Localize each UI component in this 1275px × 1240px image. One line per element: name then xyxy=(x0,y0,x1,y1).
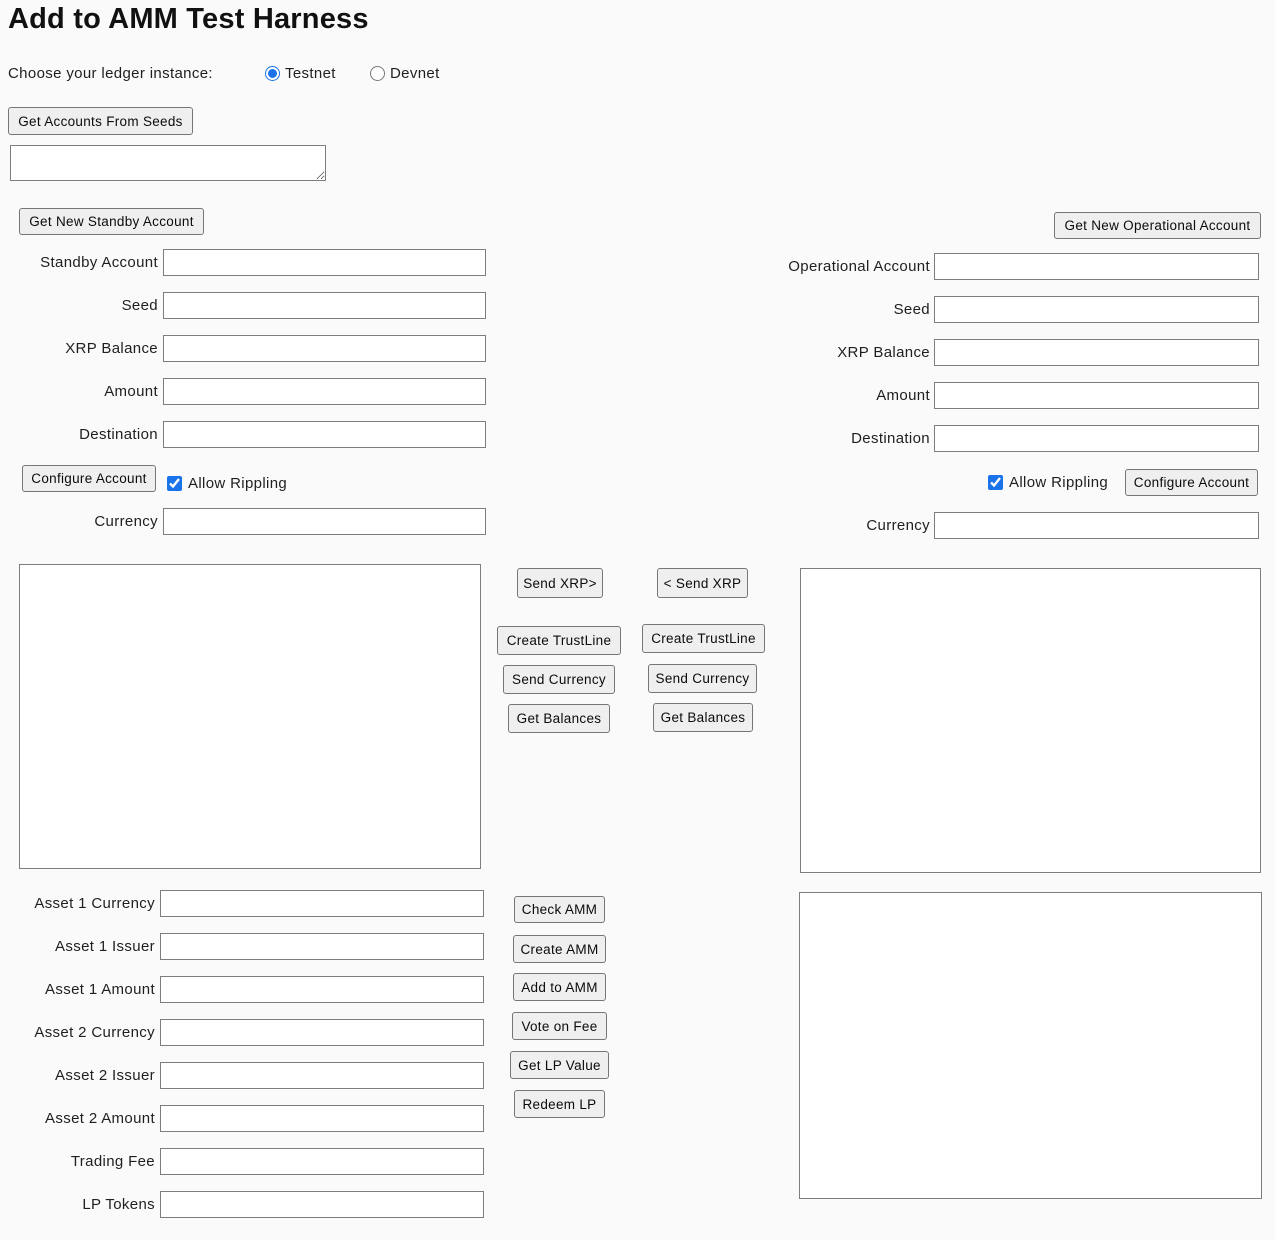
asset2-currency-input[interactable] xyxy=(160,1019,484,1046)
operational-destination-label: Destination xyxy=(851,425,930,452)
trading-fee-label: Trading Fee xyxy=(71,1148,155,1175)
asset2-issuer-label: Asset 2 Issuer xyxy=(55,1062,155,1089)
asset1-currency-label: Asset 1 Currency xyxy=(34,890,155,917)
operational-destination-input[interactable] xyxy=(934,425,1259,452)
standby-send-xrp-button[interactable]: Send XRP> xyxy=(517,568,603,598)
standby-xrp-balance-label: XRP Balance xyxy=(65,335,158,362)
operational-currency-label: Currency xyxy=(866,512,930,539)
standby-send-currency-button[interactable]: Send Currency xyxy=(503,665,615,694)
add-to-amm-button[interactable]: Add to AMM xyxy=(513,973,606,1001)
get-new-operational-account-button[interactable]: Get New Operational Account xyxy=(1054,212,1261,239)
operational-allow-rippling-checkbox[interactable] xyxy=(988,475,1003,490)
standby-amount-input[interactable] xyxy=(163,378,486,405)
operational-seed-input[interactable] xyxy=(934,296,1259,323)
operational-get-balances-button[interactable]: Get Balances xyxy=(653,703,753,732)
get-new-standby-account-button[interactable]: Get New Standby Account xyxy=(19,208,204,235)
operational-currency-input[interactable] xyxy=(934,512,1259,539)
operational-configure-account-button[interactable]: Configure Account xyxy=(1125,469,1258,496)
devnet-radio[interactable] xyxy=(370,66,385,81)
standby-results-textarea[interactable] xyxy=(19,564,481,869)
operational-send-xrp-button[interactable]: < Send XRP xyxy=(657,568,748,598)
standby-get-balances-button[interactable]: Get Balances xyxy=(508,704,610,733)
operational-send-currency-button[interactable]: Send Currency xyxy=(648,664,757,693)
amm-test-harness-page: Add to AMM Test Harness Choose your ledg… xyxy=(0,0,1275,1240)
asset2-issuer-input[interactable] xyxy=(160,1062,484,1089)
standby-allow-rippling-label: Allow Rippling xyxy=(188,470,287,497)
operational-allow-rippling-label: Allow Rippling xyxy=(1009,469,1108,496)
check-amm-button[interactable]: Check AMM xyxy=(514,896,605,923)
vote-on-fee-button[interactable]: Vote on Fee xyxy=(512,1012,607,1040)
asset2-currency-label: Asset 2 Currency xyxy=(34,1019,155,1046)
get-lp-value-button[interactable]: Get LP Value xyxy=(510,1051,609,1079)
standby-destination-input[interactable] xyxy=(163,421,486,448)
page-title: Add to AMM Test Harness xyxy=(8,3,369,36)
testnet-radio-label[interactable]: Testnet xyxy=(285,60,336,87)
operational-seed-label: Seed xyxy=(894,296,930,323)
standby-create-trustline-button[interactable]: Create TrustLine xyxy=(497,626,621,655)
operational-account-input[interactable] xyxy=(934,253,1259,280)
standby-xrp-balance-input[interactable] xyxy=(163,335,486,362)
ledger-instance-label: Choose your ledger instance: xyxy=(8,60,213,87)
operational-account-label: Operational Account xyxy=(788,253,930,280)
asset2-amount-label: Asset 2 Amount xyxy=(45,1105,155,1132)
operational-xrp-balance-label: XRP Balance xyxy=(837,339,930,366)
standby-account-input[interactable] xyxy=(163,249,486,276)
get-accounts-from-seeds-button[interactable]: Get Accounts From Seeds xyxy=(8,107,193,135)
standby-seed-label: Seed xyxy=(122,292,158,319)
amm-results-textarea[interactable] xyxy=(799,892,1262,1199)
trading-fee-input[interactable] xyxy=(160,1148,484,1175)
seeds-textarea[interactable] xyxy=(10,145,326,181)
standby-seed-input[interactable] xyxy=(163,292,486,319)
operational-results-textarea[interactable] xyxy=(800,568,1261,873)
standby-account-label: Standby Account xyxy=(40,249,158,276)
standby-destination-label: Destination xyxy=(79,421,158,448)
devnet-radio-label[interactable]: Devnet xyxy=(390,60,440,87)
standby-currency-input[interactable] xyxy=(163,508,486,535)
asset1-currency-input[interactable] xyxy=(160,890,484,917)
redeem-lp-button[interactable]: Redeem LP xyxy=(514,1090,605,1118)
operational-amount-input[interactable] xyxy=(934,382,1259,409)
operational-create-trustline-button[interactable]: Create TrustLine xyxy=(642,624,765,653)
standby-currency-label: Currency xyxy=(94,508,158,535)
operational-amount-label: Amount xyxy=(876,382,930,409)
asset1-issuer-input[interactable] xyxy=(160,933,484,960)
asset2-amount-input[interactable] xyxy=(160,1105,484,1132)
asset1-amount-input[interactable] xyxy=(160,976,484,1003)
create-amm-button[interactable]: Create AMM xyxy=(513,935,606,963)
standby-allow-rippling-checkbox[interactable] xyxy=(167,476,182,491)
asset1-issuer-label: Asset 1 Issuer xyxy=(55,933,155,960)
standby-configure-account-button[interactable]: Configure Account xyxy=(22,465,156,492)
testnet-radio[interactable] xyxy=(265,66,280,81)
operational-xrp-balance-input[interactable] xyxy=(934,339,1259,366)
lp-tokens-label: LP Tokens xyxy=(82,1191,155,1218)
standby-amount-label: Amount xyxy=(104,378,158,405)
asset1-amount-label: Asset 1 Amount xyxy=(45,976,155,1003)
lp-tokens-input[interactable] xyxy=(160,1191,484,1218)
